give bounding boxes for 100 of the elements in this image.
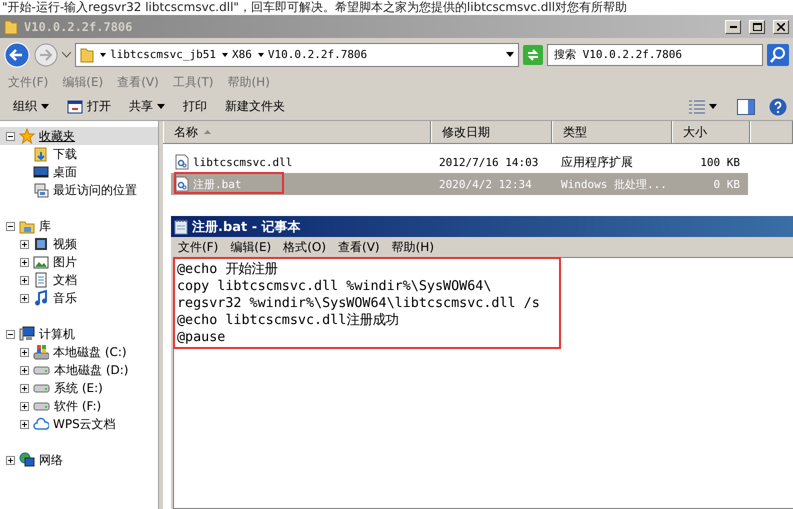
star-icon (19, 128, 35, 144)
expand-icon[interactable] (20, 384, 29, 392)
file-type: Windows 批处理... (561, 178, 667, 190)
folder-icon (80, 46, 94, 62)
breadcrumb-item[interactable]: X86 (232, 48, 252, 61)
caret-icon (41, 104, 49, 109)
search-field[interactable]: 搜索 V10.0.2.2f.7806 (547, 44, 763, 66)
folder-icon (4, 18, 18, 34)
cloud-icon (33, 416, 49, 432)
nav-item[interactable]: 收藏夹 (39, 128, 75, 144)
minimize-icon (730, 26, 736, 28)
expand-icon[interactable] (20, 258, 29, 266)
page-text: "开始-运行-输入regsvr32 libtcscmsvc.dll"，回车即可解决。希望脚本之家为您提供的libtcscmsvc.dll对您有所帮助 (2, 0, 628, 15)
expand-icon[interactable] (6, 456, 15, 464)
address-bar[interactable]: libtcscmsvc_jb51 X86 V10.0.2.2f.7806 (75, 42, 519, 66)
toolbar-button[interactable]: 组织 (6, 95, 56, 118)
code-line: copy libtcscmsvc.dll %windir%\SysWOW64\ (177, 278, 492, 295)
folder-download-icon (33, 146, 49, 162)
expand-icon[interactable] (20, 348, 29, 356)
chevron-down-icon (222, 52, 228, 56)
view-list-icon[interactable] (689, 100, 705, 114)
search-icon[interactable] (767, 44, 789, 66)
text-editor[interactable]: @echo 开始注册 copy libtcscmsvc.dll %windir%\SysWOW64\ regsvr32 %windir%\SysWOW64\libtcscmsvc.dll /s @echo libtcscmsvc.dll注册成功 @pause (173, 257, 793, 509)
window-title: 注册.bat - 记事本 (192, 218, 301, 236)
document-icon (33, 272, 49, 288)
chevron-down-icon (258, 52, 264, 56)
column-header[interactable]: 大小 (672, 121, 750, 143)
chevron-down-icon (100, 52, 106, 56)
toolbar-button[interactable]: 打开 (60, 95, 118, 118)
close-icon (777, 22, 785, 30)
menu-item[interactable]: 编辑(E) (230, 238, 272, 256)
expand-icon[interactable] (20, 420, 29, 428)
close-button[interactable] (773, 20, 789, 34)
column-header[interactable]: 名称 (163, 121, 431, 143)
collapse-icon[interactable] (6, 330, 15, 338)
modified-date: 2012/7/16 14:03 (439, 156, 538, 169)
open-window-icon (67, 100, 83, 114)
nav-item[interactable]: 文档 (53, 272, 77, 288)
back-button-icon[interactable] (4, 42, 30, 68)
collapse-icon[interactable] (6, 222, 15, 230)
nav-item[interactable]: 本地磁盘 (C:) (53, 344, 127, 360)
code-line: @pause (177, 329, 226, 346)
nav-item[interactable]: WPS云文档 (53, 416, 116, 432)
nav-item[interactable]: 库 (39, 218, 51, 234)
drive-icon (33, 384, 50, 392)
settings-file-icon (175, 176, 189, 192)
drive-icon (33, 402, 50, 410)
nav-item[interactable]: 图片 (53, 254, 77, 270)
code-line: @echo 开始注册 (177, 261, 278, 278)
music-note-icon (33, 290, 49, 306)
system-drive-icon (33, 344, 49, 360)
minimize-button[interactable] (725, 20, 741, 34)
expand-icon[interactable] (20, 366, 29, 374)
picture-icon (33, 254, 49, 270)
column-header[interactable]: 类型 (552, 121, 672, 143)
toolbar-button[interactable]: 共享 (122, 95, 172, 118)
computer-icon (19, 326, 35, 342)
expand-icon[interactable] (20, 240, 29, 248)
preview-pane-icon[interactable] (737, 98, 755, 114)
refresh-icon[interactable] (523, 44, 543, 64)
expand-icon[interactable] (20, 402, 29, 410)
maximize-icon (752, 22, 762, 30)
nav-item[interactable]: 网络 (39, 452, 63, 468)
toolbar-button[interactable]: 打印 (176, 95, 214, 118)
expand-icon[interactable] (20, 276, 29, 284)
nav-item[interactable]: 系统 (E:) (54, 380, 103, 396)
maximize-button[interactable] (749, 20, 765, 34)
dropdown-arrow-icon[interactable] (506, 52, 514, 57)
nav-item[interactable]: 最近访问的位置 (53, 182, 137, 198)
recent-places-icon (33, 182, 49, 198)
breadcrumb-item[interactable]: libtcscmsvc_jb51 (110, 48, 216, 61)
toolbar-button[interactable]: 新建文件夹 (218, 95, 292, 118)
menu-item[interactable]: 文件(F) (178, 238, 218, 256)
notepad-icon (174, 218, 188, 234)
nav-item[interactable]: 视频 (53, 236, 77, 252)
code-line: @echo libtcscmsvc.dll注册成功 (177, 312, 400, 329)
menu-item[interactable]: 格式(O) (283, 238, 326, 256)
nav-item[interactable]: 音乐 (53, 290, 77, 306)
menu-item[interactable]: 帮助(H) (392, 238, 434, 256)
history-dropdown-icon[interactable] (62, 52, 71, 58)
nav-item[interactable]: 桌面 (53, 164, 77, 180)
expand-icon[interactable] (20, 294, 29, 302)
drive-icon (33, 366, 50, 374)
file-size: 100 KB (700, 156, 740, 169)
help-icon[interactable] (769, 98, 787, 116)
nav-item[interactable]: 软件 (F:) (54, 398, 102, 414)
modified-date: 2020/4/2 12:34 (439, 178, 532, 191)
collapse-icon[interactable] (6, 132, 15, 140)
breadcrumb-item[interactable]: V10.0.2.2f.7806 (268, 48, 368, 61)
file-name[interactable]: libtcscmsvc.dll (193, 156, 292, 168)
code-line: regsvr32 %windir%\SysWOW64\libtcscmsvc.dll /s (177, 295, 541, 312)
settings-file-icon (175, 154, 189, 170)
nav-item[interactable]: 下载 (53, 146, 77, 162)
network-globe-icon (19, 452, 35, 468)
file-type: 应用程序扩展 (561, 154, 633, 168)
nav-item[interactable]: 本地磁盘 (D:) (54, 362, 128, 378)
nav-item[interactable]: 计算机 (39, 326, 75, 342)
column-header[interactable]: 修改日期 (431, 121, 552, 143)
caret-icon[interactable] (709, 104, 717, 109)
menu-item[interactable]: 查看(V) (338, 238, 380, 256)
